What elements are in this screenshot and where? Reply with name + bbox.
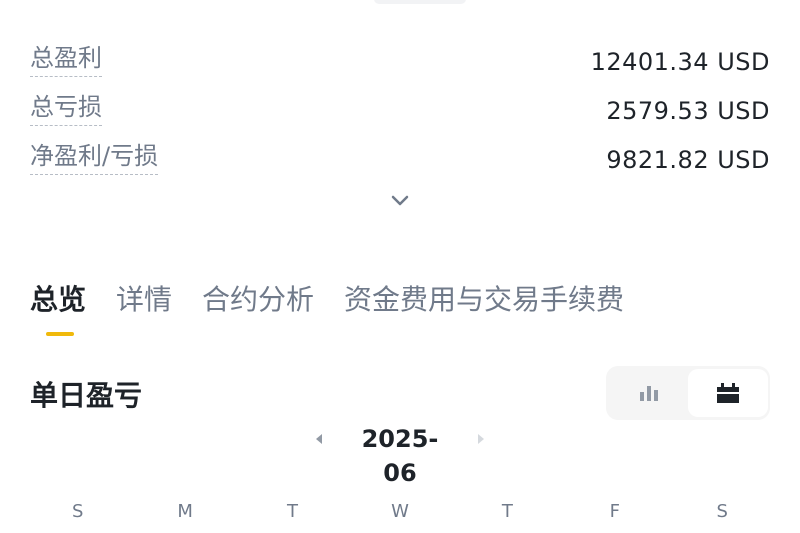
total-loss-row: 总亏损 2579.53 USD: [30, 91, 770, 131]
weekday-tue: T: [287, 501, 299, 522]
weekday-wed: W: [391, 501, 409, 522]
net-pnl-label[interactable]: 净盈利/亏损: [30, 140, 159, 175]
month-navigator: 2025-06: [300, 420, 500, 487]
weekday-thu: T: [501, 501, 513, 522]
total-profit-label[interactable]: 总盈利: [30, 42, 102, 77]
weekday-mon: M: [177, 501, 193, 522]
expand-button[interactable]: [389, 190, 411, 212]
tab-details[interactable]: 详情: [116, 276, 172, 336]
top-segment-stub: [374, 0, 466, 4]
tab-overview[interactable]: 总览: [30, 276, 86, 336]
total-profit-value: 12401.34 USD: [590, 48, 770, 76]
bar-chart-view-button[interactable]: [609, 369, 689, 417]
total-profit-row: 总盈利 12401.34 USD: [30, 42, 770, 82]
net-pnl-row: 净盈利/亏损 9821.82 USD: [30, 140, 770, 180]
chevron-down-icon: [391, 195, 409, 206]
calendar-icon: [717, 383, 739, 403]
tab-bar: 总览 详情 合约分析 资金费用与交易手续费: [30, 276, 624, 336]
weekday-sun: S: [71, 501, 84, 522]
next-month-icon[interactable]: [474, 432, 488, 446]
view-toggle: [606, 366, 770, 420]
total-loss-label[interactable]: 总亏损: [30, 91, 102, 126]
tab-funding-fees[interactable]: 资金费用与交易手续费: [344, 276, 624, 336]
calendar-view-button[interactable]: [688, 369, 768, 417]
active-tab-indicator: [46, 332, 74, 336]
current-month: 2025-06: [361, 425, 439, 487]
previous-month-icon[interactable]: [312, 432, 326, 446]
tab-contract-analysis[interactable]: 合约分析: [202, 276, 314, 336]
weekday-header: S M T W T F S: [24, 500, 776, 524]
weekday-sat: S: [716, 501, 728, 522]
weekday-fri: F: [609, 501, 620, 522]
bar-chart-icon: [640, 386, 658, 401]
total-loss-value: 2579.53 USD: [606, 97, 770, 125]
net-pnl-value: 9821.82 USD: [606, 146, 770, 174]
daily-pnl-title: 单日盈亏: [30, 379, 143, 412]
